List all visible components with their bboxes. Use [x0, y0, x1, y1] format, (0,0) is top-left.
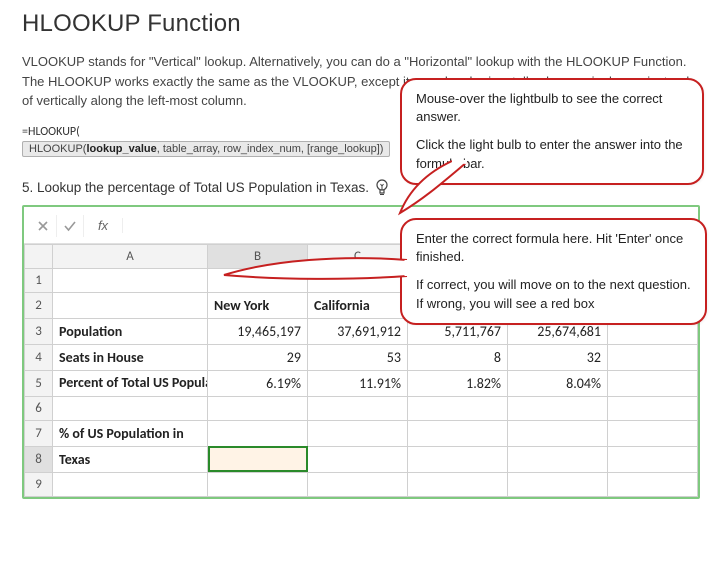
row-header[interactable]: 1: [25, 268, 53, 292]
cell[interactable]: [608, 344, 698, 370]
question-text: 5. Lookup the percentage of Total US Pop…: [22, 180, 369, 195]
cell[interactable]: [308, 446, 408, 472]
cell[interactable]: [308, 420, 408, 446]
cell[interactable]: [408, 420, 508, 446]
cell[interactable]: [53, 472, 208, 496]
cell[interactable]: % of US Population in: [53, 420, 208, 446]
syntax-tooltip: HLOOKUP(lookup_value, table_array, row_i…: [22, 141, 390, 157]
cell[interactable]: 6.19%: [208, 370, 308, 396]
cancel-icon[interactable]: [30, 215, 57, 237]
cell[interactable]: 11.91%: [308, 370, 408, 396]
row-header[interactable]: 4: [25, 344, 53, 370]
page-title: HLOOKUP Function: [22, 10, 700, 38]
callout-text: Enter the correct formula here. Hit 'Ent…: [416, 230, 691, 266]
syntax-rest: , table_array, row_index_num, [range_loo…: [157, 143, 384, 155]
cell[interactable]: [608, 472, 698, 496]
cell[interactable]: [408, 446, 508, 472]
syntax-bold-arg: lookup_value: [86, 143, 156, 155]
lightbulb-icon[interactable]: [375, 179, 389, 197]
cell[interactable]: [608, 370, 698, 396]
col-header-A[interactable]: A: [53, 244, 208, 268]
cell[interactable]: [208, 472, 308, 496]
cell[interactable]: [208, 420, 308, 446]
callout-formula: Enter the correct formula here. Hit 'Ent…: [400, 218, 707, 325]
cell[interactable]: [608, 396, 698, 420]
enter-icon[interactable]: [57, 215, 84, 237]
cell[interactable]: 53: [308, 344, 408, 370]
cell[interactable]: [508, 446, 608, 472]
cell[interactable]: [53, 396, 208, 420]
cell[interactable]: 8.04%: [508, 370, 608, 396]
row-header[interactable]: 8: [25, 446, 53, 472]
cell[interactable]: 8: [408, 344, 508, 370]
cell[interactable]: [408, 396, 508, 420]
row-header[interactable]: 7: [25, 420, 53, 446]
row-header[interactable]: 2: [25, 292, 53, 318]
cell[interactable]: Percent of Total US Population: [53, 370, 208, 396]
row-header[interactable]: 3: [25, 318, 53, 344]
cell[interactable]: [53, 268, 208, 292]
cell[interactable]: [408, 472, 508, 496]
cell[interactable]: [308, 396, 408, 420]
cell[interactable]: 1.82%: [408, 370, 508, 396]
cell[interactable]: 32: [508, 344, 608, 370]
cell[interactable]: [608, 420, 698, 446]
cell[interactable]: Seats in House: [53, 344, 208, 370]
cell[interactable]: [308, 472, 408, 496]
cell[interactable]: 19,465,197: [208, 318, 308, 344]
cell[interactable]: [53, 292, 208, 318]
select-all-corner[interactable]: [25, 244, 53, 268]
syntax-prefix: HLOOKUP(: [29, 143, 86, 155]
cell[interactable]: [508, 396, 608, 420]
fx-label[interactable]: fx: [84, 218, 123, 233]
cell[interactable]: 37,691,912: [308, 318, 408, 344]
cell[interactable]: [208, 396, 308, 420]
cell[interactable]: Texas: [53, 446, 208, 472]
cell[interactable]: Population: [53, 318, 208, 344]
cell[interactable]: [508, 420, 608, 446]
cell[interactable]: [508, 472, 608, 496]
callout-text: If correct, you will move on to the next…: [416, 276, 691, 312]
cell[interactable]: [608, 446, 698, 472]
row-header[interactable]: 9: [25, 472, 53, 496]
row-header[interactable]: 5: [25, 370, 53, 396]
row-header[interactable]: 6: [25, 396, 53, 420]
cell[interactable]: 29: [208, 344, 308, 370]
callout-lightbulb: Mouse-over the lightbulb to see the corr…: [400, 78, 704, 185]
callout-text: Mouse-over the lightbulb to see the corr…: [416, 90, 688, 126]
active-cell[interactable]: [208, 446, 308, 472]
